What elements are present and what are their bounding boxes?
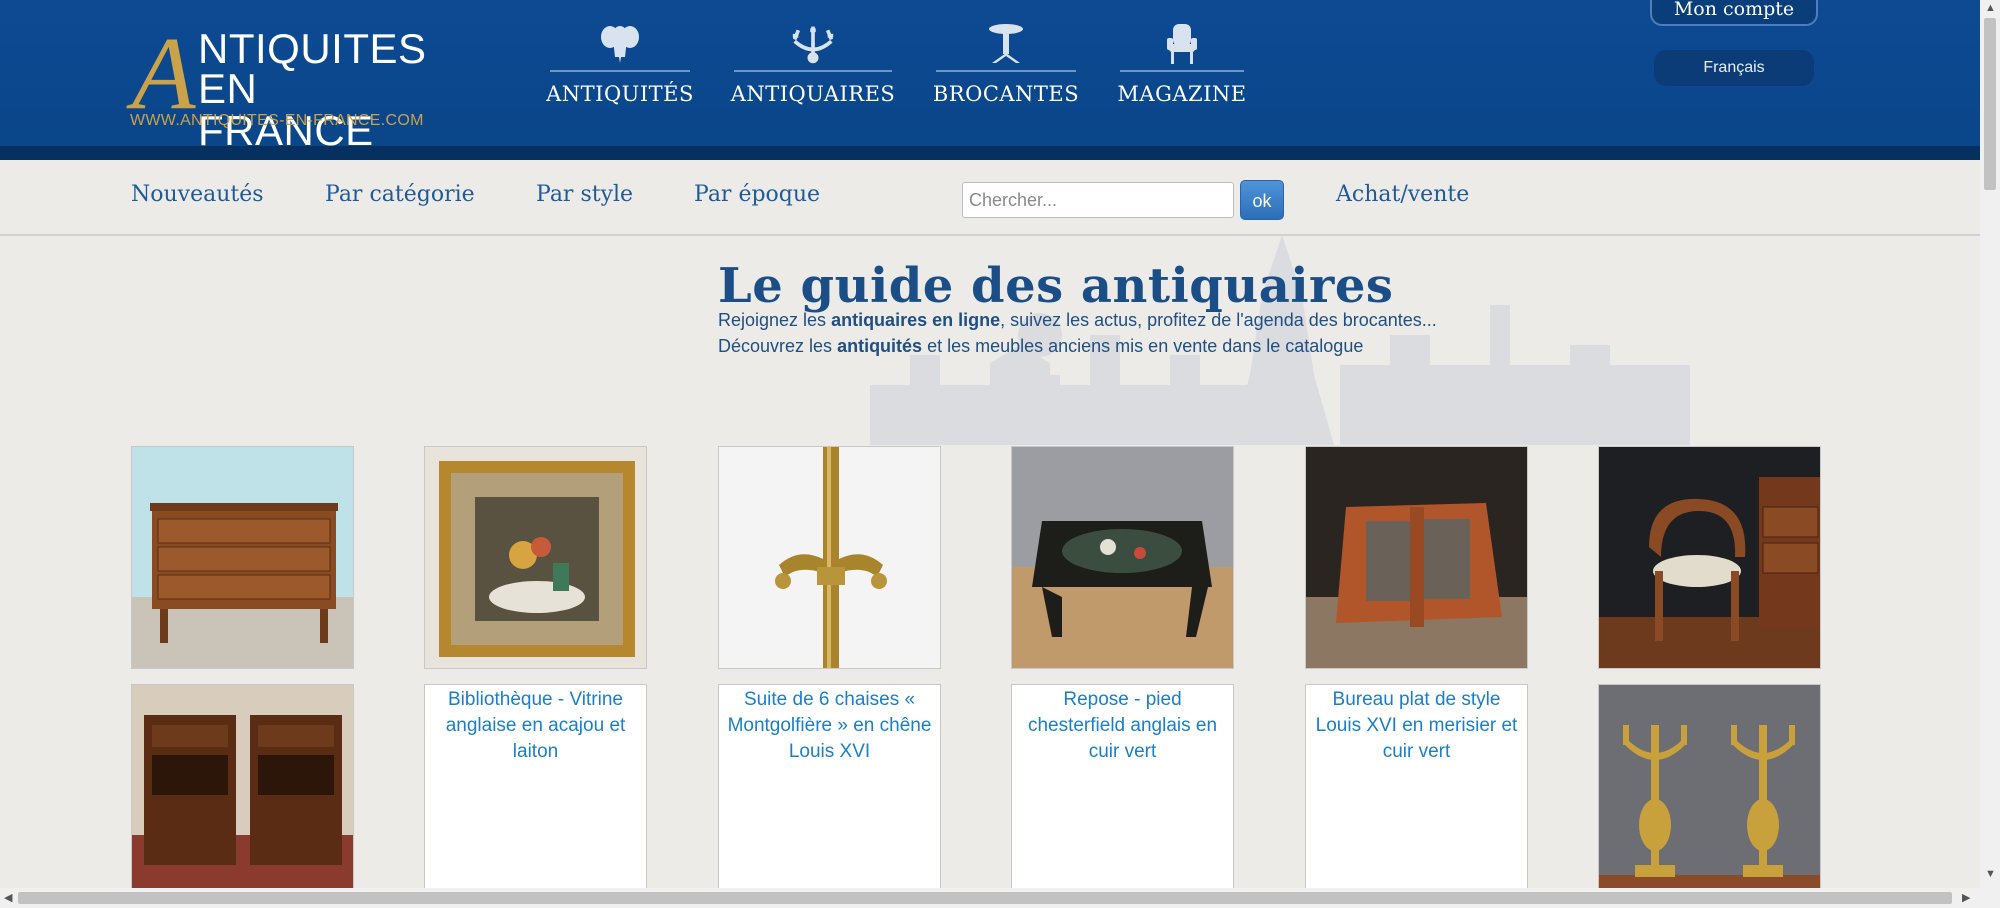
main-nav-antiquites[interactable]: ANTIQUITÉS: [546, 22, 693, 106]
main-nav-brocantes[interactable]: BROCANTES: [932, 22, 1080, 106]
subnav-par-categorie[interactable]: Par catégorie: [325, 182, 475, 207]
account-button[interactable]: Mon compte: [1650, 0, 1818, 26]
main-navigation: ANTIQUITÉS ANTIQUAIRES BROCANTES MAGAZIN…: [546, 22, 1247, 106]
product-commode[interactable]: [131, 446, 354, 669]
logo-line-2: EN FRANCE: [198, 65, 374, 154]
intro-text: et les meubles anciens mis en vente dans…: [922, 336, 1364, 356]
subnav-par-style[interactable]: Par style: [536, 182, 633, 207]
horizontal-scroll-thumb[interactable]: [18, 892, 1952, 904]
intro-text: Rejoignez les: [718, 310, 832, 330]
search-submit-button[interactable]: ok: [1240, 180, 1284, 220]
vertical-scroll-thumb[interactable]: [1984, 18, 1996, 190]
intro-bold-link[interactable]: antiquités: [837, 336, 922, 356]
nav-underline: [734, 70, 892, 72]
image-alt-text: Repose - pied chesterfield anglais en cu…: [1027, 689, 1218, 762]
main-nav-label: ANTIQUITÉS: [546, 82, 694, 106]
image-alt-text: Bibliothèque - Vitrine anglaise en acajo…: [445, 689, 626, 762]
intro-text: Découvrez les: [718, 336, 838, 356]
subnav-achat-vente[interactable]: Achat/vente: [1336, 182, 1469, 207]
intro-bold-link[interactable]: antiquaires en ligne: [831, 310, 1000, 330]
product-brass-lamp[interactable]: [718, 446, 941, 669]
main-nav-magazine[interactable]: MAGAZINE: [1117, 22, 1247, 106]
pedestal-table-icon: [984, 22, 1028, 66]
armchair-icon: [1160, 22, 1204, 66]
scroll-down-icon[interactable]: ▼: [1985, 868, 1996, 880]
logo-url: WWW.ANTIQUITES-EN-FRANCE.COM: [130, 112, 424, 129]
intro-line-2: Découvrez les antiquités et les meubles …: [718, 336, 1363, 357]
vertical-scrollbar[interactable]: ▲ ▼: [1980, 0, 2000, 908]
scroll-left-icon[interactable]: ◀: [4, 891, 12, 904]
chandelier-icon: [791, 22, 835, 66]
main-nav-label: ANTIQUAIRES: [730, 82, 896, 106]
main-nav-label: MAGAZINE: [1117, 82, 1247, 106]
product-broken-image[interactable]: Suite de 6 chaises « Montgolfière » en c…: [718, 684, 941, 907]
subnav-par-epoque[interactable]: Par époque: [694, 182, 820, 207]
image-alt-text: Suite de 6 chaises « Montgolfière » en c…: [727, 689, 932, 762]
intro-text: , suivez les actus, profitez de l'agenda…: [1000, 310, 1437, 330]
product-nightstands[interactable]: [131, 684, 354, 907]
main-nav-label: BROCANTES: [932, 82, 1080, 106]
scroll-up-icon[interactable]: ▲: [1985, 2, 1996, 14]
language-selector[interactable]: Français: [1654, 50, 1814, 86]
nav-underline: [1120, 70, 1244, 72]
product-lacquer-table[interactable]: [1011, 446, 1234, 669]
product-broken-image[interactable]: Bureau plat de style Louis XVI en merisi…: [1305, 684, 1528, 907]
logo-letter: A: [132, 16, 196, 131]
search-input[interactable]: [962, 182, 1234, 218]
page-title: Le guide des antiquaires: [718, 258, 1394, 314]
scroll-right-icon[interactable]: ▶: [1962, 891, 1970, 904]
intro-line-1: Rejoignez les antiquaires en ligne, suiv…: [718, 310, 1437, 331]
logo-line-1: NTIQUITES: [198, 25, 427, 72]
product-wooden-stand[interactable]: [1305, 446, 1528, 669]
main-nav-antiquaires[interactable]: ANTIQUAIRES: [731, 22, 895, 106]
product-cane-chair[interactable]: [1598, 446, 1821, 669]
nav-underline: [550, 70, 690, 72]
site-logo[interactable]: A NTIQUITES EN FRANCE WWW.ANTIQUITES-EN-…: [130, 22, 440, 152]
horizontal-scrollbar[interactable]: ◀ ▶: [0, 888, 1980, 908]
cherub-icon: [598, 22, 642, 66]
product-broken-image[interactable]: Repose - pied chesterfield anglais en cu…: [1011, 684, 1234, 907]
product-broken-image[interactable]: Bibliothèque - Vitrine anglaise en acajo…: [424, 684, 647, 907]
product-framed-painting[interactable]: [424, 446, 647, 669]
nav-underline: [936, 70, 1076, 72]
product-candelabra[interactable]: [1598, 684, 1821, 907]
image-alt-text: Bureau plat de style Louis XVI en merisi…: [1315, 689, 1518, 762]
subnav-nouveautes[interactable]: Nouveautés: [131, 182, 264, 207]
